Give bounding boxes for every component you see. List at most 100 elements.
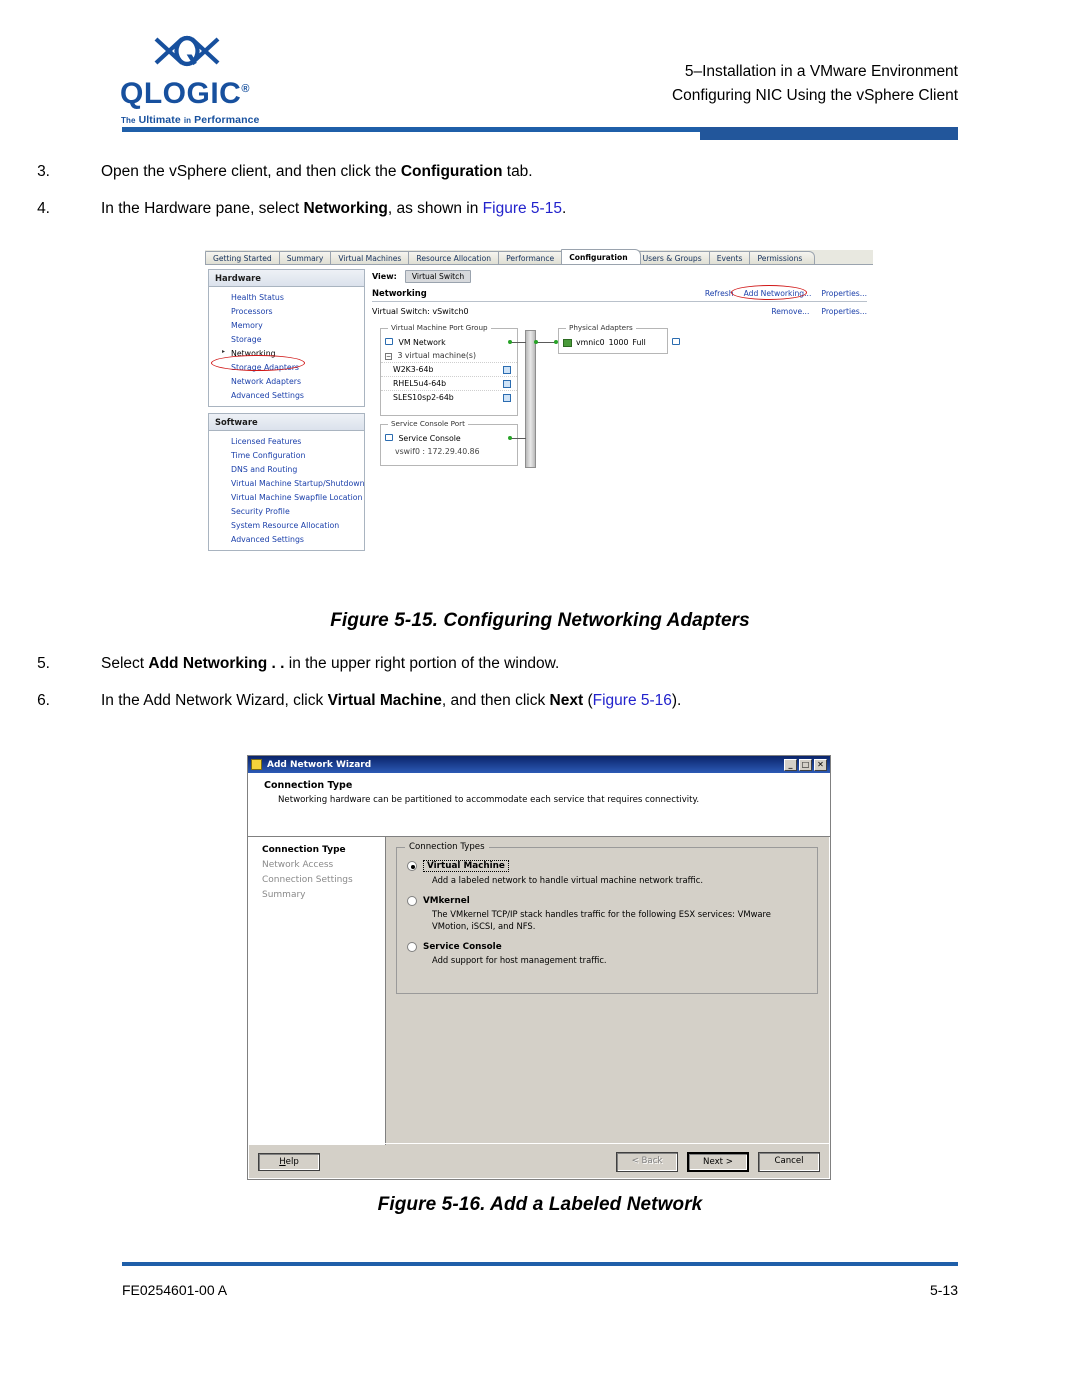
wizard-nav-summary[interactable]: Summary	[262, 890, 385, 900]
switch-properties-link[interactable]: Properties...	[821, 307, 867, 316]
switch-remove-link[interactable]: Remove...	[771, 307, 809, 316]
port-group-icon	[385, 338, 393, 345]
service-console-row: Service Console	[381, 432, 517, 445]
wizard-title-text: Add Network Wizard	[267, 759, 372, 770]
radio-option-description: The VMkernel TCP/IP stack handles traffi…	[432, 909, 771, 931]
add-networking-link[interactable]: Add Networking...	[744, 289, 812, 298]
step-text-fragment: in the upper right portion of the window…	[284, 655, 560, 672]
view-virtual-switch-button[interactable]: Virtual Switch	[404, 270, 472, 283]
tab-summary[interactable]: Summary	[278, 251, 337, 264]
hardware-item-networking[interactable]: Networking	[209, 346, 364, 360]
page-footer: FE0254601-00 A 5-13	[122, 1282, 958, 1298]
service-console-box: Service Console Port Service Console vsw…	[380, 419, 518, 466]
radio-option-virtual-machine[interactable]: Virtual Machine	[407, 860, 807, 872]
vm-row[interactable]: RHEL5u4-64b	[381, 376, 517, 390]
tab-virtual-machines[interactable]: Virtual Machines	[330, 251, 415, 264]
vm-name: RHEL5u4-64b	[393, 379, 447, 388]
cross-reference-link[interactable]: Figure 5-16	[593, 692, 672, 709]
radio-option-description: Add support for host management traffic.	[432, 955, 607, 966]
step-text-fragment: , as shown in	[387, 200, 483, 218]
cross-reference-link[interactable]: Figure 5-15	[483, 200, 562, 217]
radio-option-vmkernel[interactable]: VMkernel	[407, 896, 807, 907]
radio-button-icon[interactable]	[407, 896, 417, 907]
footer-rule	[122, 1262, 958, 1266]
step-5-text: Select Add Networking . . in the upper r…	[101, 652, 559, 675]
step-3: 3. Open the vSphere client, and then cli…	[0, 160, 1080, 183]
tab-getting-started[interactable]: Getting Started	[205, 251, 285, 264]
steps-group-bottom: 5. Select Add Networking . . in the uppe…	[0, 652, 1080, 727]
wizard-nav-connection-type[interactable]: Connection Type	[262, 845, 385, 855]
wizard-nav-network-access[interactable]: Network Access	[262, 860, 385, 870]
radio-option-service-console[interactable]: Service Console	[407, 942, 807, 953]
tab-configuration[interactable]: Configuration	[561, 249, 641, 264]
wizard-nav-connection-settings[interactable]: Connection Settings	[262, 875, 385, 885]
help-button[interactable]: Help	[258, 1152, 320, 1171]
hardware-item-advanced-settings[interactable]: Advanced Settings	[209, 388, 364, 402]
vsphere-content-pane: View: Virtual Switch Networking Refresh …	[368, 265, 873, 590]
radio-button-icon[interactable]	[407, 861, 417, 871]
wire-vm-network	[510, 342, 526, 343]
next-button[interactable]: Next >	[687, 1151, 749, 1172]
step-4-text: In the Hardware pane, select Networking,…	[101, 197, 566, 220]
hardware-item-network-adapters[interactable]: Network Adapters	[209, 374, 364, 388]
view-label: View:	[372, 272, 397, 281]
software-item-licensed-features[interactable]: Licensed Features	[209, 434, 364, 448]
tab-performance[interactable]: Performance	[498, 251, 568, 264]
software-item-system-resource-allocation[interactable]: System Resource Allocation	[209, 518, 364, 532]
radio-option-label: Virtual Machine	[423, 860, 509, 872]
maximize-button[interactable]: □	[799, 758, 812, 771]
vm-name: SLES10sp2-64b	[393, 393, 454, 402]
close-button[interactable]: ✕	[814, 758, 827, 771]
qlogic-mark-icon	[154, 35, 220, 67]
vm-row[interactable]: SLES10sp2-64b	[381, 390, 517, 404]
properties-link[interactable]: Properties...	[821, 289, 867, 298]
step-6-number: 6.	[37, 692, 50, 710]
steps-group-top: 3. Open the vSphere client, and then cli…	[0, 160, 1080, 235]
expand-collapse-icon[interactable]: −	[385, 353, 392, 360]
step-text-fragment: .	[561, 200, 567, 218]
step-3-number: 3.	[37, 163, 50, 180]
wizard-title-bar: Add Network Wizard _ □ ✕	[248, 756, 830, 773]
virtual-switch-name: Virtual Switch: vSwitch0	[372, 307, 469, 316]
physical-adapters-legend: Physical Adapters	[566, 323, 636, 332]
tab-permissions[interactable]: Permissions	[749, 251, 816, 264]
virtual-machine-icon	[503, 365, 511, 374]
hardware-item-storage[interactable]: Storage	[209, 332, 364, 346]
software-item-dns-and-routing[interactable]: DNS and Routing	[209, 462, 364, 476]
document-number: FE0254601-00 A	[122, 1282, 228, 1298]
software-item-security-profile[interactable]: Security Profile	[209, 504, 364, 518]
tab-users-groups[interactable]: Users & Groups	[634, 251, 715, 264]
refresh-link[interactable]: Refresh	[705, 289, 734, 298]
service-console-port-icon	[385, 434, 393, 441]
vswitch-spine	[525, 330, 536, 468]
step-text-fragment: Select	[101, 655, 149, 672]
minimize-button[interactable]: _	[784, 758, 797, 771]
header-accent-block	[700, 127, 958, 140]
vm-row[interactable]: W2K3-64b	[381, 362, 517, 376]
step-text-fragment: , and then click	[441, 692, 550, 710]
step-text-fragment: Virtual Machine	[327, 692, 442, 710]
step-text-fragment: Networking	[303, 200, 388, 218]
service-console-label: Service Console	[398, 434, 461, 443]
hardware-item-health-status[interactable]: Health Status	[209, 290, 364, 304]
step-text-fragment: Configuration	[400, 163, 503, 180]
software-item-virtual-machine-swapfile-location[interactable]: Virtual Machine Swapfile Location	[209, 490, 364, 504]
hardware-item-processors[interactable]: Processors	[209, 304, 364, 318]
step-5-number: 5.	[37, 655, 50, 672]
hardware-item-storage-adapters[interactable]: Storage Adapters	[209, 360, 364, 374]
radio-button-icon[interactable]	[407, 942, 417, 953]
networking-title: Networking	[372, 288, 427, 298]
tab-events[interactable]: Events	[708, 251, 756, 264]
back-button[interactable]: < Back	[616, 1151, 678, 1172]
hardware-item-list: Health StatusProcessorsMemoryStorageNetw…	[209, 287, 364, 406]
tab-resource-allocation[interactable]: Resource Allocation	[408, 251, 505, 264]
software-item-advanced-settings[interactable]: Advanced Settings	[209, 532, 364, 546]
software-item-virtual-machine-startup-shutdown[interactable]: Virtual Machine Startup/Shutdown	[209, 476, 365, 490]
software-item-time-configuration[interactable]: Time Configuration	[209, 448, 364, 462]
running-header-chapter: 5–Installation in a VMware Environment	[684, 63, 958, 80]
physical-adapter-row: vmnic0 1000 Full	[559, 336, 667, 349]
cancel-button[interactable]: Cancel	[758, 1151, 820, 1172]
physical-adapter-duplex: Full	[632, 338, 646, 347]
radio-option-label: Service Console	[423, 942, 502, 953]
hardware-item-memory[interactable]: Memory	[209, 318, 364, 332]
